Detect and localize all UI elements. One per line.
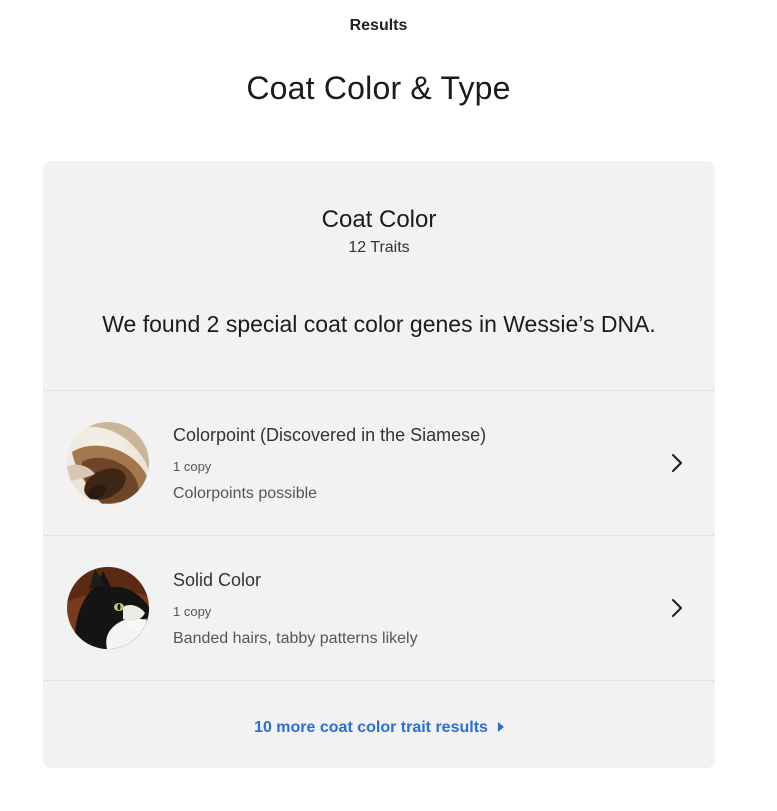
chevron-right-icon[interactable] [669,596,685,620]
trait-name: Solid Color [173,570,262,590]
summary-text: We found 2 special coat color genes in W… [102,311,656,337]
trait-copies: 1 copy [173,459,212,474]
chevron-right-icon[interactable] [669,451,685,475]
caret-right-icon [497,722,504,732]
divider [43,680,715,681]
card-header: Coat Color 12 Traits We found 2 special … [43,161,715,390]
more-traits-link-label: 10 more coat color trait results [254,719,488,736]
trait-description: Banded hairs, tabby patterns likely [173,630,418,647]
siamese-paw-photo [67,422,149,504]
trait-row-solid-color[interactable]: Solid Color 1 copy Banded hairs, tabby p… [43,536,715,680]
trait-description: Colorpoints possible [173,485,318,502]
trait-name: Colorpoint (Discovered in the Siamese) [173,425,487,445]
trait-count: 12 Traits [348,239,410,256]
coat-color-card: Coat Color 12 Traits We found 2 special … [43,161,715,768]
trait-row-colorpoint[interactable]: Colorpoint (Discovered in the Siamese) 1… [43,391,715,535]
more-traits-link[interactable]: 10 more coat color trait results [43,719,715,737]
page-title: Coat Color & Type [246,70,511,106]
results-tab-label: Results [349,17,408,34]
tuxedo-cat-photo [67,567,149,649]
trait-copies: 1 copy [173,604,212,619]
section-title: Coat Color [321,206,437,233]
